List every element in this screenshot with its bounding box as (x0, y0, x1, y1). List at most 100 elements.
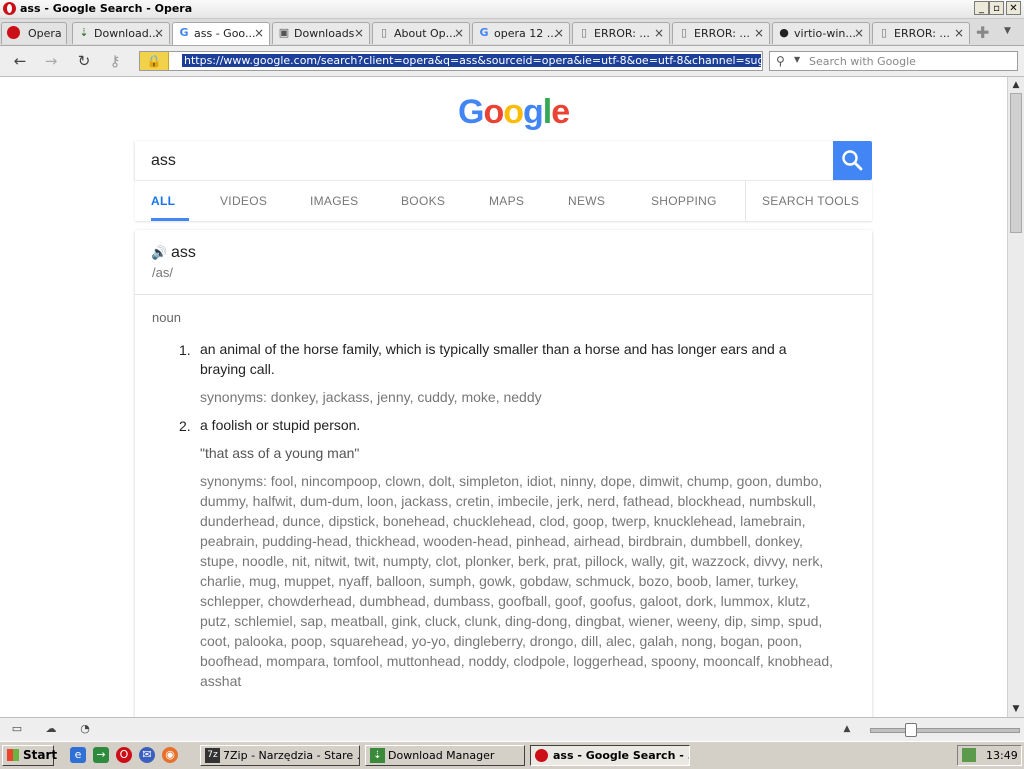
tab-list-icon[interactable]: ▼ (1004, 26, 1011, 36)
google-icon: G (479, 26, 489, 39)
tab-label: ERROR: ... (694, 27, 750, 40)
opera-menu-button[interactable]: Opera (1, 22, 67, 44)
dictionary-card: 🔊 ass /as/ noun 1. an animal of the hors… (135, 230, 872, 717)
taskbar-button-7zip[interactable]: 7z 7Zip - Narzędzia - Stare ... (200, 745, 360, 766)
tab-close-icon[interactable]: × (954, 26, 964, 40)
opera-icon (535, 749, 548, 762)
definition-text: a foolish or stupid person. (200, 417, 361, 433)
ie-icon[interactable]: e (70, 747, 86, 763)
scroll-down-icon[interactable]: ▼ (1008, 702, 1024, 716)
taskbar-button-label: Download Manager (388, 749, 495, 762)
turbo-cloud-icon[interactable]: ☁ (44, 722, 58, 736)
tab-books[interactable]: BOOKS (401, 194, 445, 208)
definition-number: 2. (179, 418, 191, 434)
chevron-down-icon[interactable]: ▼ (794, 55, 800, 64)
new-tab-icon[interactable]: ✚ (976, 23, 989, 42)
tab-maps[interactable]: MAPS (489, 194, 524, 208)
google-search-input[interactable]: ass (135, 141, 833, 180)
show-desktop-icon[interactable]: → (93, 747, 109, 763)
search-engine-field[interactable]: ⚲ ▼ Search with Google (769, 51, 1018, 71)
back-icon[interactable]: ← (10, 53, 30, 69)
browser-status-bar: ▭ ☁ ◔ ▲ (0, 717, 1024, 741)
tab-shopping[interactable]: SHOPPING (651, 194, 717, 208)
maximize-button[interactable]: ▫ (989, 1, 1004, 15)
opera-logo-icon (3, 2, 16, 15)
taskbar-button-download-manager[interactable]: ⇣ Download Manager (365, 745, 525, 766)
search-tools-button[interactable]: SEARCH TOOLS (762, 194, 859, 208)
firefox-icon[interactable]: ◉ (162, 747, 178, 763)
synonyms-list[interactable]: synonyms: fool, nincompoop, clown, dolt,… (200, 471, 840, 691)
taskbar-button-label: 7Zip - Narzędzia - Stare ... (223, 749, 360, 762)
tab-close-icon[interactable]: × (454, 26, 464, 40)
tab-download[interactable]: ⇣ Download... × (72, 22, 170, 44)
speaker-icon[interactable]: 🔊 (151, 245, 167, 261)
tab-label: opera 12 ... (494, 27, 558, 40)
definition-text: an animal of the horse family, which is … (200, 341, 787, 377)
tab-close-icon[interactable]: × (554, 26, 564, 40)
thunderbird-icon[interactable]: ✉ (139, 747, 155, 763)
zoom-up-icon[interactable]: ▲ (840, 722, 854, 736)
taskbar-button-opera[interactable]: ass - Google Search - ... (530, 745, 690, 766)
tab-error-2[interactable]: ▯ ERROR: ... × (672, 22, 770, 44)
google-logo[interactable]: Google (458, 93, 570, 132)
download-manager-icon: ⇣ (370, 748, 385, 763)
tab-images[interactable]: IMAGES (310, 194, 358, 208)
start-label: Start (23, 748, 58, 762)
window-titlebar: ass - Google Search - Opera _ ▫ ✕ (0, 0, 1024, 19)
speed-dial-icon[interactable]: ◔ (78, 722, 92, 736)
tab-opera-12[interactable]: G opera 12 ... × (472, 22, 570, 44)
tab-label: ERROR: ... (894, 27, 950, 40)
lock-icon[interactable]: 🔒 (140, 52, 169, 70)
panel-toggle-icon[interactable]: ▭ (10, 722, 24, 736)
7zip-icon: 7z (205, 748, 220, 763)
tab-downloads[interactable]: ▣ Downloads × (272, 22, 370, 44)
url-text[interactable]: https://www.google.com/search?client=ope… (182, 54, 761, 67)
tab-error-1[interactable]: ▯ ERROR: ... × (572, 22, 670, 44)
divider (135, 294, 872, 295)
page-icon: ▯ (880, 26, 888, 39)
downloads-icon: ▣ (278, 26, 290, 39)
tab-close-icon[interactable]: × (654, 26, 664, 40)
logo-letter: G (458, 93, 484, 131)
network-icon[interactable] (962, 748, 976, 762)
window-title: ass - Google Search - Opera (20, 2, 193, 15)
logo-letter: l (542, 93, 553, 131)
scroll-thumb[interactable] (1010, 93, 1022, 233)
magnifier-icon (842, 150, 863, 171)
forward-icon[interactable]: → (41, 53, 61, 69)
opera-menu-label: Opera (28, 27, 62, 40)
synonyms-list[interactable]: synonyms: donkey, jackass, jenny, cuddy,… (200, 387, 840, 407)
url-field[interactable]: 🔒 https://www.google.com/search?client=o… (139, 51, 763, 71)
logo-letter: e (551, 93, 570, 131)
vertical-scrollbar[interactable]: ▲ ▼ (1007, 77, 1024, 717)
opera-quicklaunch-icon[interactable]: O (116, 747, 132, 763)
search-query[interactable]: ass (151, 152, 176, 170)
minimize-button[interactable]: _ (974, 1, 989, 15)
windows-taskbar: Start e → O ✉ ◉ 7z 7Zip - Narzędzia - St… (0, 741, 1024, 769)
start-button[interactable]: Start (2, 745, 58, 766)
tab-news[interactable]: NEWS (568, 194, 605, 208)
tab-google-search[interactable]: G ass - Goo... × (172, 22, 270, 45)
zoom-slider[interactable] (870, 728, 1020, 733)
clock[interactable]: 13:49 (986, 749, 1018, 762)
search-icon: ⚲ (776, 54, 785, 68)
tab-label: Download... (94, 27, 160, 40)
tab-all[interactable]: ALL (151, 194, 175, 208)
key-icon[interactable]: ⚷ (105, 53, 125, 69)
google-icon: G (179, 26, 189, 39)
close-button[interactable]: ✕ (1006, 1, 1021, 15)
tab-about-opera[interactable]: ▯ About Op... × (372, 22, 470, 44)
tab-close-icon[interactable]: × (754, 26, 764, 40)
tab-videos[interactable]: VIDEOS (220, 194, 267, 208)
tab-close-icon[interactable]: × (354, 26, 364, 40)
tab-close-icon[interactable]: × (254, 26, 264, 40)
tab-virtio-win[interactable]: ● virtio-win... × (772, 22, 870, 44)
tab-close-icon[interactable]: × (854, 26, 864, 40)
tab-close-icon[interactable]: × (154, 26, 164, 40)
tab-error-3[interactable]: ▯ ERROR: ... × (872, 22, 970, 44)
reload-icon[interactable]: ↻ (74, 53, 94, 69)
zoom-slider-handle[interactable] (905, 723, 917, 737)
example-sentence: "that ass of a young man" (200, 445, 360, 461)
scroll-up-icon[interactable]: ▲ (1008, 78, 1024, 92)
google-search-button[interactable] (833, 141, 872, 180)
